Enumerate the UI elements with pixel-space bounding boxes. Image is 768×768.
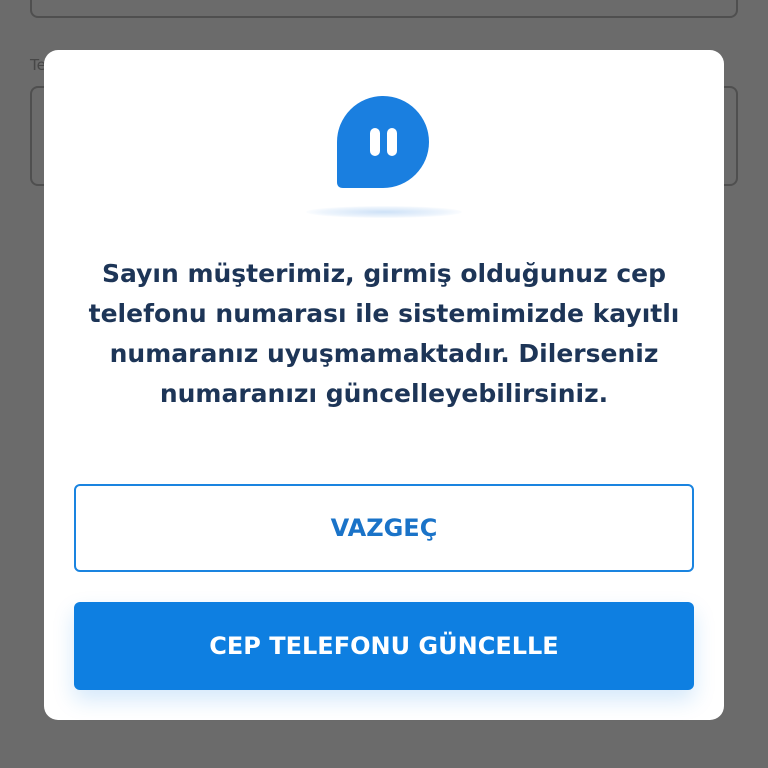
update-phone-button[interactable]: CEP TELEFONU GÜNCELLE bbox=[74, 602, 694, 690]
dialog-icon-area bbox=[44, 92, 724, 222]
cancel-button[interactable]: VAZGEÇ bbox=[74, 484, 694, 572]
alert-dialog: Sayın müşterimiz, girmiş olduğunuz cep t… bbox=[44, 50, 724, 720]
chat-bubble-pause-icon bbox=[337, 96, 429, 188]
icon-shadow bbox=[306, 206, 462, 218]
dialog-message: Sayın müşterimiz, girmiş olduğunuz cep t… bbox=[88, 259, 680, 408]
screen: Te Sayın müşterimiz, girmiş olduğunuz ce… bbox=[0, 0, 768, 768]
background-input-field bbox=[30, 0, 738, 18]
